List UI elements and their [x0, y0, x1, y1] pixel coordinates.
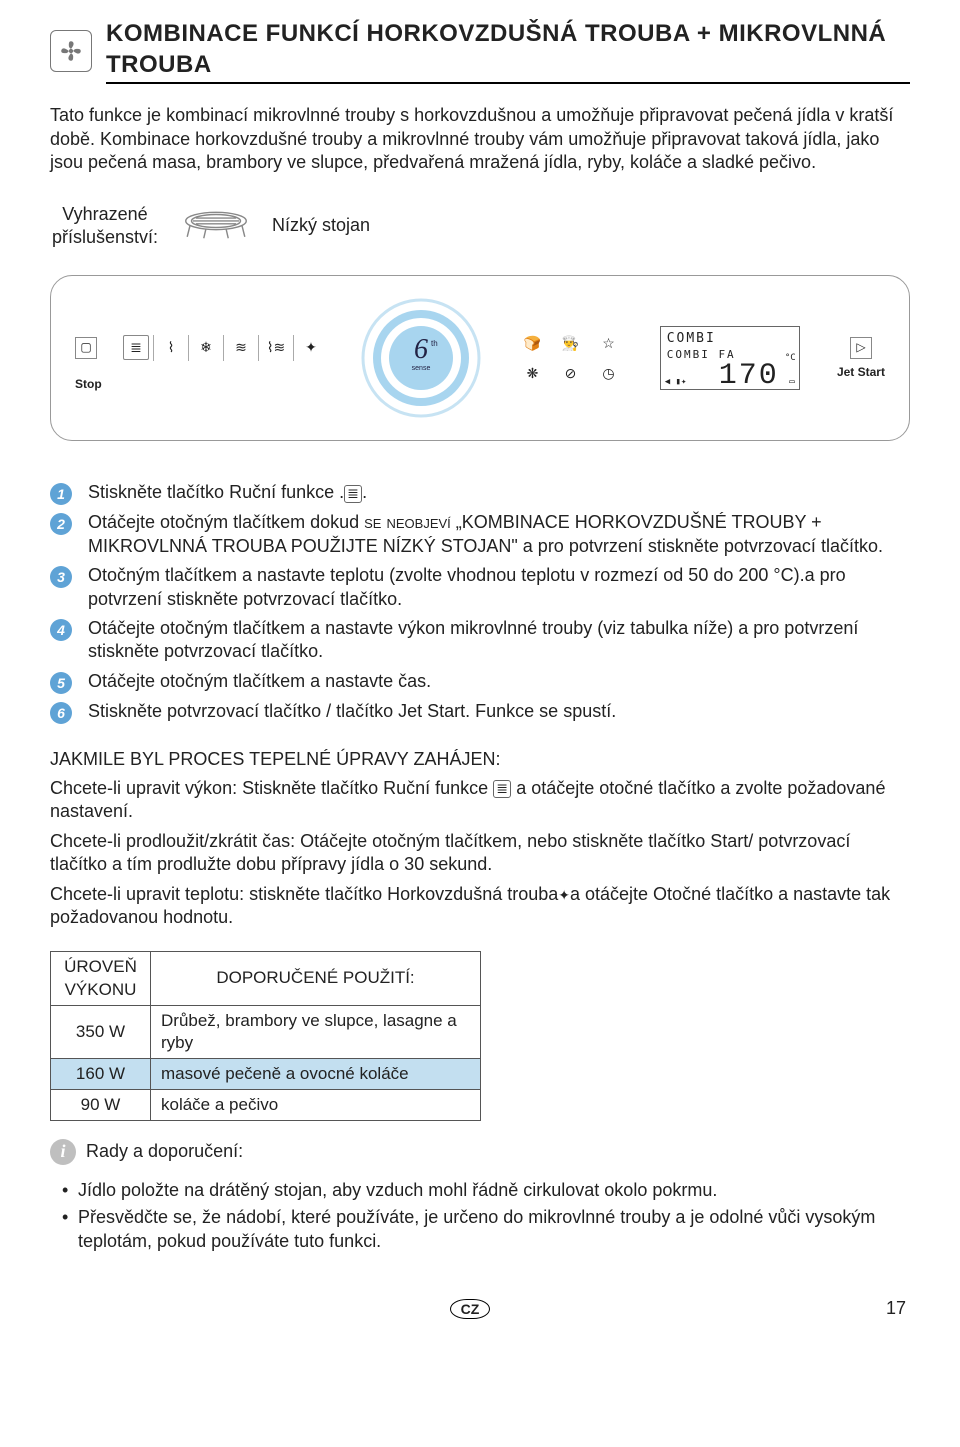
table-row: 350 W Drůbež, brambory ve slupce, lasagn… — [51, 1005, 481, 1058]
svg-text:6: 6 — [414, 334, 428, 365]
chef-icon[interactable]: 👨‍🍳 — [556, 331, 584, 355]
stop-button[interactable]: ▢ — [75, 337, 97, 359]
table-row: 160 W masové pečeně a ovocné koláče — [51, 1058, 481, 1089]
steps-list: 1 Stiskněte tlačítko Ruční funkce .. 2 O… — [50, 481, 910, 723]
table-row: 90 W koláče a pečivo — [51, 1089, 481, 1120]
step-text: Otáčejte otočným tlačítkem a nastavte ča… — [88, 670, 910, 694]
step-number: 1 — [50, 483, 72, 505]
step-item: 2 Otáčejte otočným tlačítkem dokud se ne… — [50, 511, 910, 558]
step-number: 3 — [50, 566, 72, 588]
tips-heading: Rady a doporučení: — [86, 1140, 243, 1163]
mode-icon-strip: ≣ ⌇ ❄ ≋ ⌇≋ ✦ — [123, 325, 324, 371]
bread-icon[interactable]: 🍞 — [518, 331, 546, 355]
page-number: 17 — [886, 1297, 906, 1320]
steam-icon[interactable]: ❋ — [518, 361, 546, 385]
fan-mode-icon — [50, 30, 92, 72]
after-start-section: Jakmile byl proces tepelné úpravy zaháje… — [50, 748, 910, 930]
step-text: Otáčejte otočným tlačítkem dokud se neob… — [88, 511, 910, 558]
manual-function-icon[interactable]: ≣ — [123, 335, 149, 359]
step-number: 4 — [50, 619, 72, 641]
lcd-battery-icon: ▭ — [789, 377, 794, 389]
page-footer: CZ 17 — [50, 1297, 910, 1320]
rotary-dial[interactable]: 6 th sense — [361, 298, 481, 418]
page-header: KOMBINACE FUNKCÍ HORKOVZDUŠNÁ TROUBA + M… — [50, 18, 910, 84]
step-item: 6 Stiskněte potvrzovací tlačítko / tlačí… — [50, 700, 910, 724]
accessory-label: Vyhrazené příslušenství: — [50, 203, 160, 250]
table-head-use: DOPORUČENÉ POUŽITÍ: — [151, 952, 481, 1005]
control-panel: ▢ ≣ ⌇ ❄ ≋ ⌇≋ ✦ Stop 6 th sense 🍞 👨‍🍳 ☆ ❋… — [50, 275, 910, 441]
jet-start-label: Jet Start — [837, 365, 885, 381]
tips-list: Jídlo položte na drátěný stojan, aby vzd… — [50, 1179, 910, 1253]
step-text: Stiskněte tlačítko Ruční funkce .. — [88, 481, 910, 505]
step-item: 5 Otáčejte otočným tlačítkem a nastavte … — [50, 670, 910, 694]
timer-icon[interactable]: ◷ — [594, 361, 622, 385]
accessory-row: Vyhrazené příslušenství: Nízký stojan — [50, 203, 910, 250]
defrost-icon[interactable]: ❄ — [193, 338, 219, 356]
lcd-arrow-icon: ◀ ▮✦ — [665, 377, 687, 389]
tip-item: Jídlo položte na drátěný stojan, aby vzd… — [78, 1179, 910, 1202]
lcd-unit: °C — [785, 353, 796, 365]
step-text: Stiskněte potvrzovací tlačítko / tlačítk… — [88, 700, 910, 724]
stop-label: Stop — [75, 377, 324, 393]
power-table: ÚROVEŇ VÝKONU DOPORUČENÉ POUŽITÍ: 350 W … — [50, 951, 481, 1121]
adjust-temp-text: Chcete-li upravit teplotu: stiskněte tla… — [50, 883, 910, 930]
grill-icon[interactable]: ⌇ — [158, 338, 184, 356]
step-item: 4 Otáčejte otočným tlačítkem a nastavte … — [50, 617, 910, 664]
fan-inline-icon: ✦ — [558, 886, 570, 904]
tip-item: Přesvědčte se, že nádobí, které používát… — [78, 1206, 910, 1253]
accessory-name: Nízký stojan — [272, 214, 370, 237]
manual-function-inline-icon — [344, 485, 362, 503]
fan-icon[interactable]: ✦ — [298, 338, 324, 356]
lcd-line1: COMBI — [667, 331, 793, 348]
tips-heading-row: i Rady a doporučení: — [50, 1139, 910, 1165]
low-rack-icon — [180, 207, 252, 245]
intro-paragraph: Tato funkce je kombinací mikrovlnné trou… — [50, 104, 910, 174]
adjust-power-text: Chcete-li upravit výkon: Stiskněte tlačí… — [50, 777, 910, 824]
grill-combo-icon[interactable]: ⌇≋ — [263, 338, 289, 356]
step-number: 2 — [50, 513, 72, 535]
step-text: Otáčejte otočným tlačítkem a nastavte vý… — [88, 617, 910, 664]
step-text: Otočným tlačítkem a nastavte teplotu (zv… — [88, 564, 910, 611]
crisp-icon[interactable]: ⊘ — [556, 361, 584, 385]
step-number: 6 — [50, 702, 72, 724]
language-badge: CZ — [450, 1299, 491, 1319]
manual-function-inline-icon — [493, 780, 511, 798]
preset-icons: 🍞 👨‍🍳 ☆ ❋ ⊘ ◷ — [518, 331, 622, 385]
jet-start-button[interactable]: ▷ — [850, 337, 872, 359]
page-title: KOMBINACE FUNKCÍ HORKOVZDUŠNÁ TROUBA + M… — [106, 18, 910, 84]
favorite-icon[interactable]: ☆ — [594, 331, 622, 355]
microwave-icon[interactable]: ≋ — [228, 338, 254, 356]
info-icon: i — [50, 1139, 76, 1165]
step-item: 1 Stiskněte tlačítko Ruční funkce .. — [50, 481, 910, 505]
adjust-time-text: Chcete-li prodloužit/zkrátit čas: Otáčej… — [50, 830, 910, 877]
svg-text:sense: sense — [412, 365, 431, 372]
after-start-heading: Jakmile byl proces tepelné úpravy zaháje… — [50, 748, 910, 771]
table-head-power: ÚROVEŇ VÝKONU — [51, 952, 151, 1005]
lcd-display: COMBI COMBI FA 170 °C ◀ ▮✦ ▭ — [660, 326, 800, 390]
step-item: 3 Otočným tlačítkem a nastavte teplotu (… — [50, 564, 910, 611]
svg-text:th: th — [431, 339, 438, 348]
step-number: 5 — [50, 672, 72, 694]
